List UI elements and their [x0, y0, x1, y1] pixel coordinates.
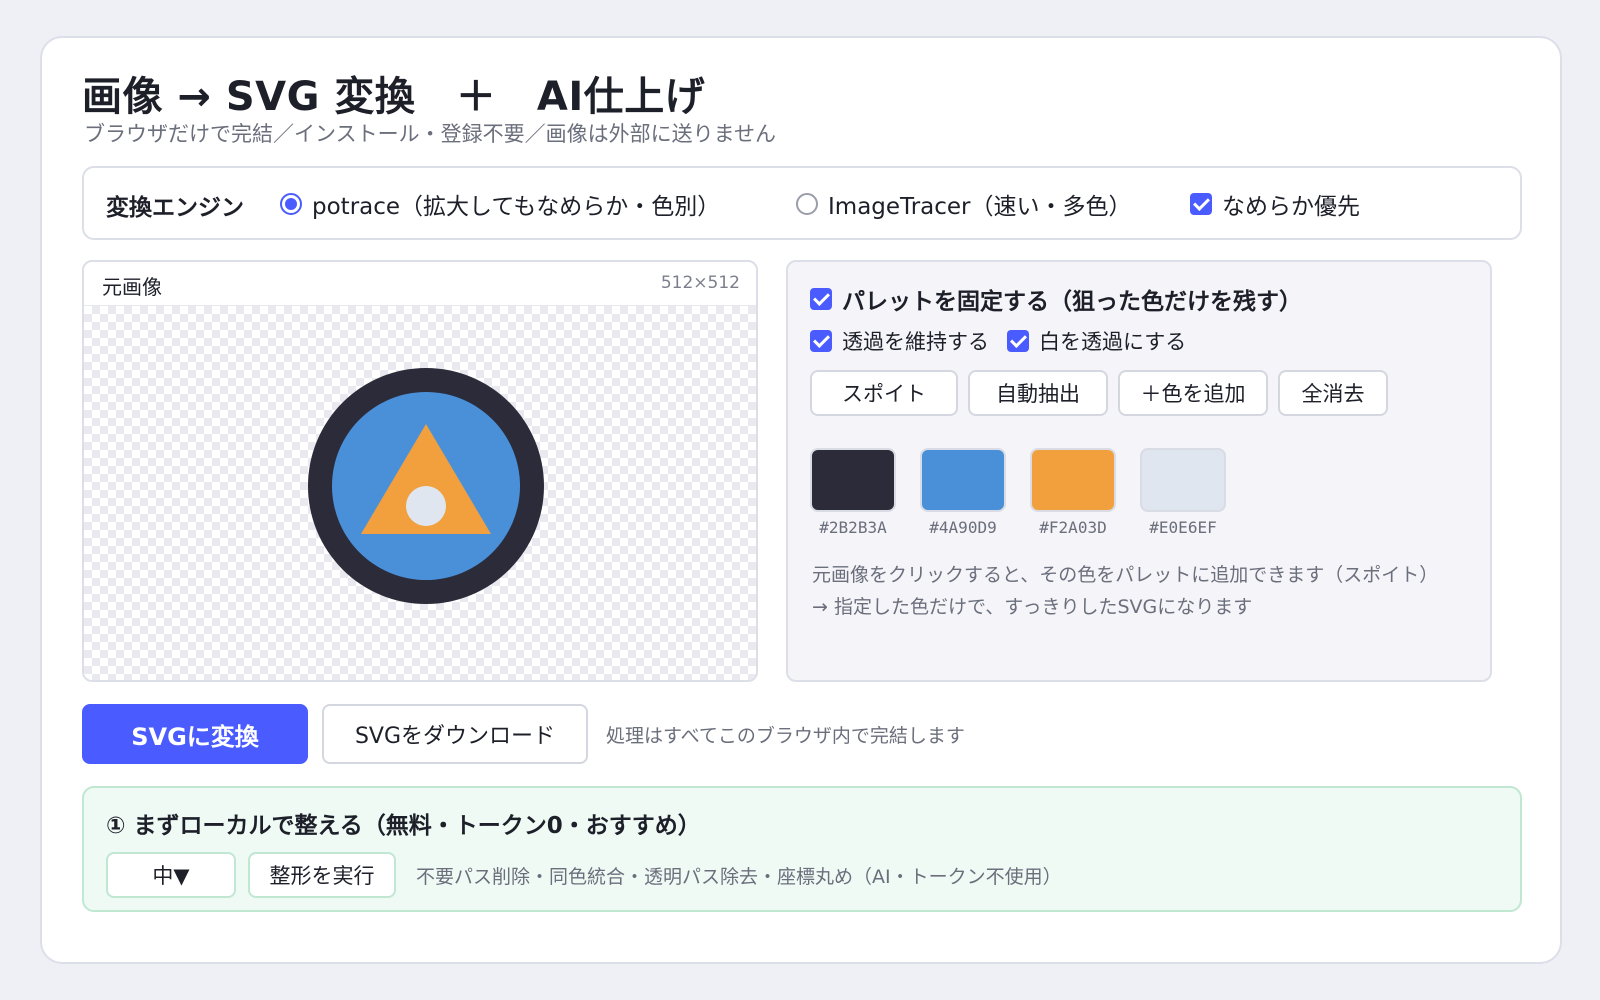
cleanup-level-select[interactable]: 中▼	[106, 852, 236, 898]
palette-swatch[interactable]	[1030, 448, 1116, 512]
palette-swatch[interactable]	[810, 448, 896, 512]
engine-label: 変換エンジン	[106, 195, 244, 221]
palette-hint-line2: → 指定した色だけで、すっきりしたSVGになります	[812, 596, 1253, 618]
source-image-label: 元画像	[102, 275, 162, 299]
engine-option-imagetracer[interactable]: ImageTracer（速い・多色）	[796, 187, 1132, 221]
engine-selector: 変換エンジン potrace（拡大してもなめらか・色別） ImageTracer…	[82, 166, 1522, 240]
run-cleanup-button[interactable]: 整形を実行	[248, 852, 396, 898]
clear-all-button[interactable]: 全消去	[1278, 370, 1388, 416]
transparency-options: 透過を維持する 白を透過にする	[810, 326, 1186, 356]
radio-potrace[interactable]	[280, 193, 302, 215]
source-image-panel: 元画像 512×512	[82, 260, 758, 682]
source-image-canvas[interactable]	[84, 306, 756, 680]
local-cleanup-description: 不要パス削除・同色統合・透明パス除去・座標丸め（AI・トークン不使用）	[416, 866, 1062, 888]
source-image-header: 元画像 512×512	[84, 262, 756, 306]
keep-transparency-label: 透過を維持する	[842, 330, 989, 354]
eyedropper-button[interactable]: スポイト	[810, 370, 958, 416]
fix-palette-option[interactable]: パレットを固定する（狙った色だけを残す）	[810, 282, 1302, 316]
fix-palette-checkbox[interactable]	[810, 288, 832, 310]
source-image-size: 512×512	[660, 273, 740, 293]
smooth-priority-label: なめらか優先	[1222, 194, 1360, 220]
page-subtitle: ブラウザだけで完結／インストール・登録不要／画像は外部に送りません	[84, 122, 776, 146]
processing-note: 処理はすべてこのブラウザ内で完結します	[606, 725, 965, 747]
keep-transparency-checkbox[interactable]	[810, 330, 832, 352]
source-image-graphic[interactable]	[84, 306, 756, 680]
image-center-dot	[406, 486, 446, 526]
smooth-priority-option[interactable]: なめらか優先	[1190, 187, 1360, 221]
local-cleanup-title: ① まずローカルで整える（無料・トークン0・おすすめ）	[106, 813, 701, 839]
local-cleanup-section: ① まずローカルで整える（無料・トークン0・おすすめ） 中▼ 整形を実行 不要パ…	[82, 786, 1522, 912]
page-title: 画像 → SVG 変換 ＋ AI仕上げ	[82, 74, 706, 120]
fix-palette-label: パレットを固定する（狙った色だけを残す）	[842, 289, 1302, 315]
white-transparent-label: 白を透過にする	[1039, 330, 1187, 354]
download-svg-button[interactable]: SVGをダウンロード	[322, 704, 588, 764]
white-transparent-checkbox[interactable]	[1007, 330, 1029, 352]
swatch-code: #2B2B3A	[819, 518, 887, 537]
palette-swatch[interactable]	[1140, 448, 1226, 512]
swatch-code: #4A90D9	[929, 518, 997, 537]
palette-panel: パレットを固定する（狙った色だけを残す） 透過を維持する 白を透過にする スポイ…	[786, 260, 1492, 682]
engine-option-potrace[interactable]: potrace（拡大してもなめらか・色別）	[280, 187, 720, 221]
convert-svg-button[interactable]: SVGに変換	[82, 704, 308, 764]
palette-hint-line1: 元画像をクリックすると、その色をパレットに追加できます（スポイト）	[812, 564, 1439, 586]
swatch-code: #F2A03D	[1039, 518, 1107, 537]
palette-swatch[interactable]	[920, 448, 1006, 512]
main-card: 画像 → SVG 変換 ＋ AI仕上げ ブラウザだけで完結／インストール・登録不…	[40, 36, 1562, 964]
swatch-code: #E0E6EF	[1149, 518, 1217, 537]
add-color-button[interactable]: ＋色を追加	[1118, 370, 1268, 416]
radio-imagetracer[interactable]	[796, 193, 818, 215]
auto-extract-button[interactable]: 自動抽出	[968, 370, 1108, 416]
engine-option-potrace-label: potrace（拡大してもなめらか・色別）	[312, 194, 721, 220]
smooth-priority-checkbox[interactable]	[1190, 193, 1212, 215]
engine-option-imagetracer-label: ImageTracer（速い・多色）	[828, 194, 1132, 220]
